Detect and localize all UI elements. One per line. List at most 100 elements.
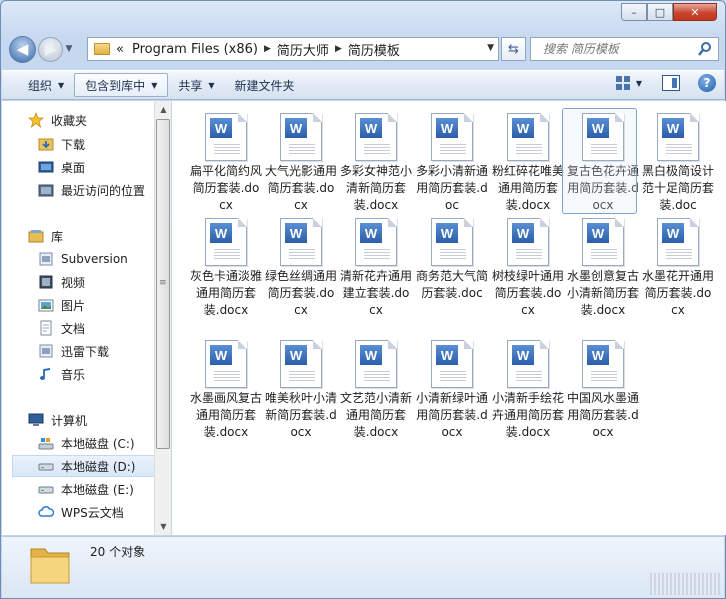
file-item[interactable]: W 中国风水墨通用简历套装.docx <box>565 330 641 441</box>
breadcrumb-item-program-files[interactable]: Program Files (x86) <box>132 42 258 57</box>
forward-arrow-icon: ▶ <box>44 40 57 58</box>
document-lines <box>214 247 240 261</box>
minimize-button[interactable]: – <box>621 3 647 21</box>
sidebar-item-wps-cloud[interactable]: WPS云文档 <box>38 501 154 523</box>
file-name: 水墨创意复古小清新简历套装.docx <box>567 269 640 317</box>
breadcrumb-item-jianli-muban[interactable]: 简历模板 <box>348 40 400 59</box>
file-item[interactable]: W 商务范大气简历套装.doc <box>414 208 490 302</box>
view-controls: ▼ ? <box>615 74 716 92</box>
sidebar-item-libraries[interactable]: 库 <box>28 225 154 247</box>
sidebar-item-subversion[interactable]: Subversion <box>38 248 154 270</box>
sidebar-item-label: 本地磁盘 (E:) <box>61 482 134 497</box>
cloud-icon <box>38 504 54 520</box>
sidebar-item-disk-d[interactable]: 本地磁盘 (D:) <box>12 455 154 477</box>
breadcrumb-overflow[interactable]: « <box>116 42 124 57</box>
size-grip[interactable] <box>650 573 720 595</box>
star-icon <box>28 112 44 128</box>
file-item[interactable]: W 小清新绿叶通用简历套装.docx <box>414 330 490 441</box>
subversion-library-icon <box>38 251 54 267</box>
sidebar-item-favorites[interactable]: 收藏夹 <box>28 109 154 131</box>
file-item[interactable]: W 文艺范小清新通用简历套装.docx <box>338 330 414 441</box>
document-lines <box>440 247 466 261</box>
word-badge: W <box>662 223 684 243</box>
computer-icon <box>28 412 44 428</box>
file-item[interactable]: W 多彩小清新通用简历套装.doc <box>414 103 490 214</box>
file-item[interactable]: W 扁平化简约风简历套装.docx <box>188 103 264 214</box>
word-document-icon: W <box>582 113 624 161</box>
share-button[interactable]: 共享 ▼ <box>168 73 224 97</box>
sidebar-item-music[interactable]: 音乐 <box>38 363 154 385</box>
file-item[interactable]: W 唯美秋叶小清新简历套装.docx <box>263 330 339 441</box>
item-count: 20 个对象 <box>90 545 146 559</box>
file-item[interactable]: W 粉红碎花唯美通用简历套装.docx <box>490 103 566 214</box>
word-badge: W <box>285 223 307 243</box>
back-button[interactable]: ◀ <box>9 35 36 63</box>
maximize-button[interactable]: □ <box>647 3 673 21</box>
breadcrumb-separator-icon[interactable]: ▶ <box>264 44 271 54</box>
breadcrumb-separator-icon[interactable]: ▶ <box>335 44 342 54</box>
refresh-button[interactable]: ⇆ <box>501 37 526 61</box>
document-lines <box>289 369 315 383</box>
new-folder-button[interactable]: 新建文件夹 <box>225 73 305 97</box>
document-lines <box>364 369 390 383</box>
recent-pages-dropdown[interactable]: ▼ <box>63 44 75 54</box>
file-item[interactable]: W 绿色丝绸通用简历套装.docx <box>263 208 339 319</box>
preview-pane-icon[interactable] <box>662 75 680 91</box>
file-item[interactable]: W 水墨花开通用简历套装.docx <box>640 208 716 319</box>
sidebar-item-label: 本地磁盘 (D:) <box>61 459 136 474</box>
file-name: 小清新绿叶通用简历套装.docx <box>416 391 489 439</box>
word-document-icon: W <box>355 340 397 388</box>
file-item[interactable]: W 黑白极简设计范十足简历套装.doc <box>640 103 716 214</box>
search-input[interactable] <box>543 42 703 56</box>
desktop-icon <box>38 159 54 175</box>
scroll-up-icon[interactable]: ▲ <box>155 101 172 118</box>
view-options-chevron-icon[interactable]: ▼ <box>636 79 642 88</box>
scroll-down-icon[interactable]: ▼ <box>155 518 172 535</box>
sidebar-item-videos[interactable]: 视频 <box>38 271 154 293</box>
include-in-library-button[interactable]: 包含到库中 ▼ <box>74 73 169 97</box>
document-library-icon <box>38 320 54 336</box>
close-button[interactable]: ✕ <box>673 3 717 21</box>
file-item[interactable]: W 清新花卉通用建立套装.docx <box>338 208 414 319</box>
file-item[interactable]: W 多彩女神范小清新简历套装.docx <box>338 103 414 214</box>
sidebar-item-downloads[interactable]: 下载 <box>38 133 154 155</box>
forward-button[interactable]: ▶ <box>38 36 63 62</box>
help-icon[interactable]: ? <box>698 74 716 92</box>
explorer-window: – □ ✕ ◀ ▶ ▼ « Program Files (x86) ▶ 简历大师… <box>0 0 726 599</box>
organize-button[interactable]: 组织 ▼ <box>18 73 74 97</box>
file-item[interactable]: W 复古色花卉通用简历套装.docx <box>562 103 641 214</box>
organize-label: 组织 <box>28 78 53 93</box>
address-bar[interactable]: « Program Files (x86) ▶ 简历大师 ▶ 简历模板 ▼ <box>87 37 499 61</box>
file-item[interactable]: W 水墨画风复古通用简历套装.docx <box>188 330 264 441</box>
word-document-icon: W <box>205 340 247 388</box>
sidebar-item-recent-places[interactable]: 最近访问的位置 <box>38 179 154 201</box>
word-document-icon: W <box>355 218 397 266</box>
file-list: W 扁平化简约风简历套装.docx W 大气光影通用简历套装.docx W 多彩女神范小清… <box>172 101 726 535</box>
sidebar-item-computer[interactable]: 计算机 <box>28 409 154 431</box>
file-name: 大气光影通用简历套装.docx <box>265 164 338 212</box>
file-item[interactable]: W 树枝绿叶通用简历套装.docx <box>490 208 566 319</box>
sidebar-item-pictures[interactable]: 图片 <box>38 294 154 316</box>
search-icon[interactable] <box>697 41 713 57</box>
file-item[interactable]: W 小清新手绘花卉通用简历套装.docx <box>490 330 566 441</box>
navigation-scrollbar[interactable]: ▲ ▼ <box>154 101 171 535</box>
file-item[interactable]: W 水墨创意复古小清新简历套装.docx <box>565 208 641 319</box>
change-view-icon[interactable] <box>615 76 630 90</box>
sidebar-item-desktop[interactable]: 桌面 <box>38 156 154 178</box>
chevron-down-icon: ▼ <box>58 80 65 90</box>
breadcrumb-item-jianli-dashi[interactable]: 简历大师 <box>277 40 329 59</box>
sidebar-item-disk-e[interactable]: 本地磁盘 (E:) <box>38 478 154 500</box>
word-document-icon: W <box>507 340 549 388</box>
sidebar-item-thunder-downloads[interactable]: 迅雷下载 <box>38 340 154 362</box>
address-dropdown-icon[interactable]: ▼ <box>487 43 494 53</box>
sidebar-item-documents[interactable]: 文档 <box>38 317 154 339</box>
sidebar-item-disk-c[interactable]: 本地磁盘 (C:) <box>38 432 154 454</box>
chevron-down-icon: ▼ <box>208 80 215 90</box>
file-item[interactable]: W 大气光影通用简历套装.docx <box>263 103 339 214</box>
word-badge: W <box>360 345 382 365</box>
file-item[interactable]: W 灰色卡通淡雅通用简历套装.docx <box>188 208 264 319</box>
scrollbar-thumb[interactable] <box>156 119 170 449</box>
word-badge: W <box>512 118 534 138</box>
word-document-icon: W <box>657 113 699 161</box>
search-box[interactable] <box>530 37 719 61</box>
